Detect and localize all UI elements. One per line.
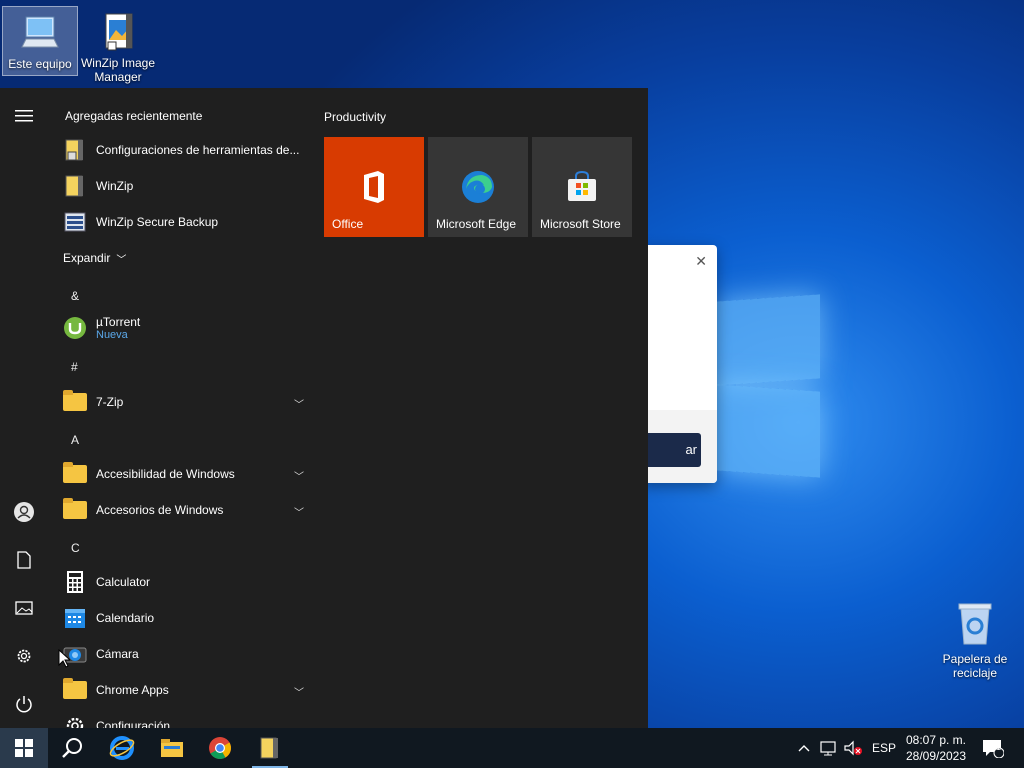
file-explorer-icon <box>161 739 183 757</box>
list-item[interactable]: 7-Zip ﹀ <box>48 384 310 420</box>
utorrent-icon <box>63 316 87 340</box>
list-item[interactable]: Cámara <box>48 636 310 672</box>
chevron-down-icon: ﹀ <box>294 688 304 699</box>
chevron-down-icon: ﹀ <box>116 254 127 266</box>
winzip-icon <box>63 174 87 198</box>
chevron-down-icon: ﹀ <box>294 472 304 483</box>
search-icon <box>62 738 82 758</box>
desktop-icon-winzip-image-manager[interactable]: WinZip Image Manager <box>80 6 156 84</box>
internet-explorer-icon <box>109 736 135 760</box>
mouse-cursor-icon <box>58 649 70 668</box>
volume-muted-icon <box>844 740 862 756</box>
background-dialog: ✕ ar <box>640 245 717 483</box>
list-item[interactable]: Calculator <box>48 564 310 600</box>
list-item[interactable]: µTorrent Nueva <box>48 310 310 346</box>
group-header[interactable]: & <box>71 289 79 303</box>
power-icon[interactable] <box>12 692 36 716</box>
tile-office[interactable]: Office <box>324 137 424 237</box>
list-item[interactable]: Chrome Apps ﹀ <box>48 672 310 708</box>
taskbar: ESP 08:07 p. m. 28/09/2023 1 <box>0 728 1024 768</box>
recycle-bin-icon <box>953 600 997 646</box>
desktop-icon-este-equipo[interactable]: Este equipo <box>2 6 78 76</box>
pictures-icon[interactable] <box>12 596 36 620</box>
office-icon <box>356 169 392 205</box>
tiles-group-title: Productivity <box>324 110 387 124</box>
start-menu: Agregadas recientemente Configuraciones … <box>0 88 648 728</box>
network-status[interactable] <box>820 728 838 768</box>
menu-icon[interactable] <box>12 104 36 128</box>
winzip-image-manager-icon <box>96 10 140 54</box>
desktop-icon-label: Este equipo <box>8 57 72 71</box>
chevron-down-icon: ﹀ <box>294 400 304 411</box>
folder-icon <box>63 678 87 702</box>
search-button[interactable] <box>48 728 96 768</box>
winzip-tools-icon <box>63 138 87 162</box>
start-rail <box>0 88 48 728</box>
edge-icon <box>460 169 496 205</box>
gear-icon <box>63 714 87 728</box>
tile-microsoft-store[interactable]: Microsoft Store <box>532 137 632 237</box>
taskbar-internet-explorer[interactable] <box>98 728 146 768</box>
group-header[interactable]: C <box>71 541 80 555</box>
windows-start-icon <box>15 739 33 757</box>
document-icon[interactable] <box>12 548 36 572</box>
calendar-icon <box>63 606 87 630</box>
folder-icon <box>63 462 87 486</box>
user-icon[interactable] <box>12 500 36 524</box>
computer-icon <box>18 11 62 55</box>
notification-count: 1 <box>996 742 1002 752</box>
list-item[interactable]: Configuración <box>48 708 310 728</box>
group-header[interactable]: A <box>71 433 79 447</box>
tile-microsoft-edge[interactable]: Microsoft Edge <box>428 137 528 237</box>
show-hidden-icons[interactable] <box>798 728 810 768</box>
taskbar-winzip[interactable] <box>246 728 294 768</box>
network-icon <box>820 741 836 756</box>
recent-title: Agregadas recientemente <box>65 109 203 123</box>
store-icon <box>564 169 600 205</box>
list-item[interactable]: Accesorios de Windows ﹀ <box>48 492 310 528</box>
clock[interactable]: 08:07 p. m. 28/09/2023 <box>898 732 974 764</box>
app-list: Agregadas recientemente Configuraciones … <box>48 88 310 728</box>
taskbar-chrome[interactable] <box>196 728 244 768</box>
start-button[interactable] <box>0 728 48 768</box>
folder-icon <box>63 498 87 522</box>
gear-icon[interactable] <box>12 644 36 668</box>
chrome-icon <box>209 737 231 759</box>
winzip-backup-icon <box>63 210 87 234</box>
chevron-up-icon <box>798 745 810 752</box>
winzip-icon <box>260 737 278 759</box>
list-item[interactable]: Calendario <box>48 600 310 636</box>
list-item[interactable]: WinZip Secure Backup <box>48 204 310 240</box>
desktop-icon-recycle-bin[interactable]: Papelera de reciclaje <box>940 600 1010 680</box>
dialog-action-button[interactable]: ar <box>640 433 701 467</box>
volume-status[interactable] <box>844 728 862 768</box>
list-item[interactable]: WinZip <box>48 168 310 204</box>
list-item[interactable]: Configuraciones de herramientas de... <box>48 132 310 168</box>
close-icon[interactable]: ✕ <box>695 253 707 270</box>
chevron-down-icon: ﹀ <box>294 508 304 519</box>
notification-center[interactable]: 1 <box>982 728 1004 768</box>
desktop-icon-label: Papelera de reciclaje <box>942 652 1008 680</box>
group-header[interactable]: # <box>71 360 78 374</box>
language-indicator[interactable]: ESP <box>872 728 896 768</box>
folder-icon <box>63 390 87 414</box>
desktop-icon-label: WinZip Image Manager <box>80 56 156 84</box>
list-item[interactable]: Accesibilidad de Windows ﹀ <box>48 456 310 492</box>
taskbar-file-explorer[interactable] <box>148 728 196 768</box>
windows-wallpaper-logo <box>716 290 822 478</box>
calculator-icon <box>63 570 87 594</box>
expand-button[interactable]: Expandir ﹀ <box>48 240 168 276</box>
